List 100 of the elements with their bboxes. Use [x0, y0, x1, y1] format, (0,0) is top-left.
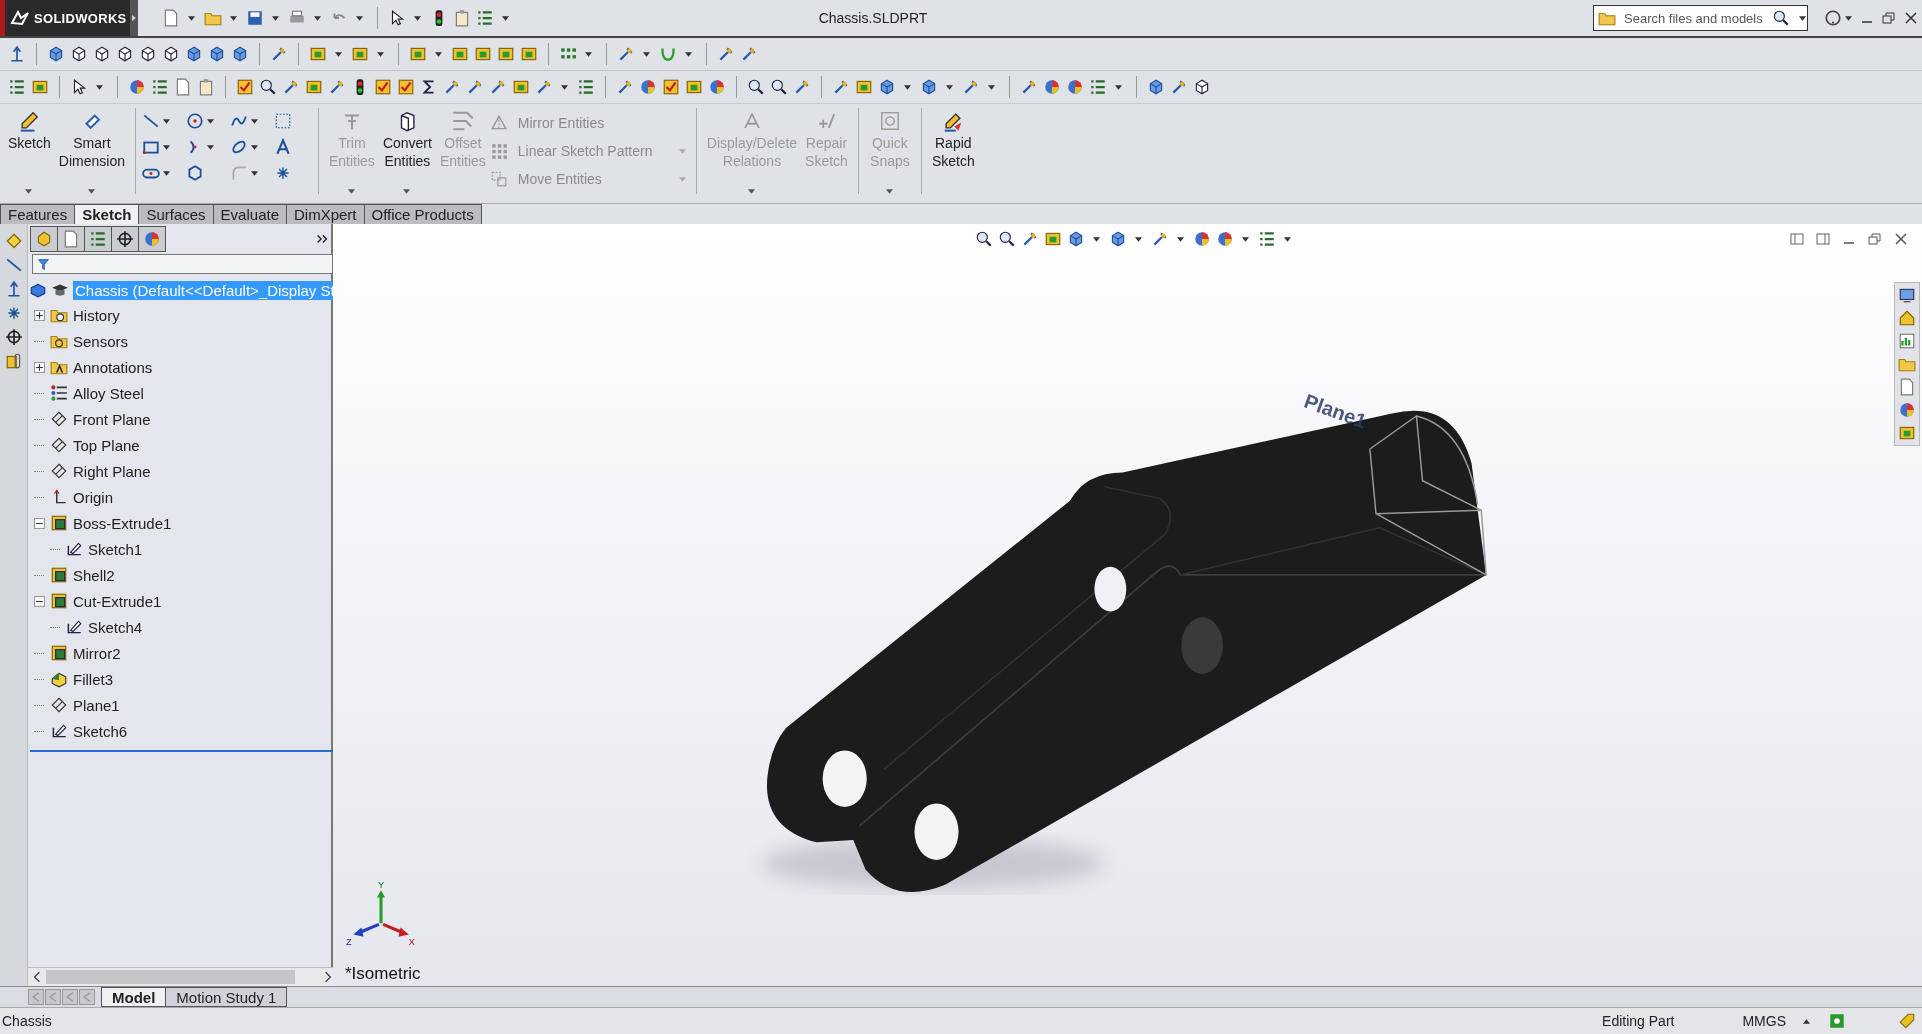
- wireframe-cube-icon[interactable]: [93, 45, 111, 63]
- caret-icon[interactable]: [988, 84, 995, 90]
- caret-icon[interactable]: [946, 84, 953, 90]
- command-button[interactable]: Sketch: [4, 108, 55, 196]
- caret-icon[interactable]: [377, 51, 384, 57]
- caret-icon[interactable]: [96, 84, 103, 90]
- box-icon[interactable]: [474, 45, 492, 63]
- caret-icon[interactable]: [1177, 236, 1184, 242]
- help-icon[interactable]: [1828, 1012, 1846, 1030]
- wireframe-cube-icon[interactable]: [70, 45, 88, 63]
- caret-icon[interactable]: [502, 15, 509, 21]
- doc-icon[interactable]: [1898, 378, 1916, 396]
- box-icon[interactable]: [31, 78, 49, 96]
- model-tab[interactable]: Motion Study 1: [165, 987, 288, 1007]
- tree-item[interactable]: Sketch4: [88, 618, 143, 636]
- caret-icon[interactable]: [585, 51, 592, 57]
- box-icon[interactable]: [305, 78, 323, 96]
- caret-icon[interactable]: [356, 15, 363, 21]
- box-icon[interactable]: [512, 78, 530, 96]
- command-button[interactable]: Smart Dimension: [54, 108, 129, 196]
- box-icon[interactable]: [409, 45, 427, 63]
- tree-item[interactable]: Sketch1: [88, 540, 143, 558]
- caret-icon[interactable]: [250, 118, 258, 124]
- wireframe-cube-icon[interactable]: [162, 45, 180, 63]
- caret-icon[interactable]: [230, 15, 237, 21]
- cube-icon[interactable]: [47, 45, 65, 63]
- command-button[interactable]: Convert Entities: [378, 108, 436, 196]
- document-icon[interactable]: [174, 78, 192, 96]
- caret-icon[interactable]: [162, 170, 170, 176]
- tree-item[interactable]: Front Plane: [73, 410, 151, 428]
- restore-icon[interactable]: [1881, 10, 1897, 26]
- caret-icon[interactable]: [1242, 236, 1249, 242]
- caret-icon[interactable]: [162, 144, 170, 150]
- filter-field[interactable]: [32, 254, 333, 274]
- tree-item[interactable]: Alloy Steel: [73, 384, 144, 402]
- tree-item[interactable]: Plane1: [73, 696, 120, 714]
- cube-icon[interactable]: [920, 78, 938, 96]
- document-icon[interactable]: [162, 9, 180, 27]
- ribbon-tab[interactable]: Sketch: [74, 204, 140, 224]
- manager-tab[interactable]: [138, 226, 166, 252]
- wireframe-cube-icon[interactable]: [139, 45, 157, 63]
- box-icon[interactable]: [685, 78, 703, 96]
- box-icon[interactable]: [351, 45, 369, 63]
- caret-icon[interactable]: [1799, 15, 1806, 21]
- save-icon[interactable]: [246, 9, 264, 27]
- menu-handle[interactable]: [130, 0, 138, 36]
- caret-icon[interactable]: [314, 15, 321, 21]
- tree-item[interactable]: Mirror2: [73, 644, 121, 662]
- close-icon[interactable]: [1903, 10, 1919, 26]
- caret-icon[interactable]: [414, 15, 421, 21]
- caret-icon[interactable]: [206, 144, 214, 150]
- tree-item[interactable]: Sketch6: [73, 722, 128, 740]
- caret-icon[interactable]: [87, 189, 95, 194]
- expander-icon[interactable]: [33, 595, 45, 607]
- tree-item[interactable]: Top Plane: [73, 436, 140, 454]
- clipboard-icon[interactable]: [453, 9, 471, 27]
- checkbox-icon[interactable]: [236, 78, 254, 96]
- caret-icon[interactable]: [435, 51, 442, 57]
- tree-item[interactable]: Sensors: [73, 332, 129, 350]
- caret-icon[interactable]: [162, 118, 170, 124]
- checkbox-icon[interactable]: [662, 78, 680, 96]
- expander-icon[interactable]: [33, 361, 45, 373]
- model-tab[interactable]: Model: [101, 987, 167, 1007]
- caret-icon[interactable]: [561, 84, 568, 90]
- search-input[interactable]: Search files and models: [1622, 9, 1766, 27]
- caret-icon[interactable]: [1284, 236, 1291, 242]
- tag-icon[interactable]: [1898, 1012, 1916, 1030]
- wireframe-cube-icon[interactable]: [1193, 78, 1211, 96]
- tree-item[interactable]: Origin: [73, 488, 113, 506]
- caret-icon[interactable]: [206, 118, 214, 124]
- expander-icon[interactable]: [33, 309, 45, 321]
- ribbon-tab[interactable]: Office Products: [363, 204, 482, 224]
- tree-item[interactable]: Fillet3: [73, 670, 113, 688]
- caret-icon[interactable]: [403, 189, 411, 194]
- house-icon[interactable]: [1898, 309, 1916, 327]
- ribbon-tab[interactable]: Surfaces: [138, 204, 214, 224]
- cube-icon[interactable]: [1067, 230, 1085, 248]
- help-icon[interactable]: [1824, 9, 1842, 27]
- clipboard-icon[interactable]: [197, 78, 215, 96]
- split-view-icon[interactable]: [1789, 231, 1805, 247]
- cube-icon[interactable]: [878, 78, 896, 96]
- cube-icon[interactable]: [231, 45, 249, 63]
- caret-icon[interactable]: [1093, 236, 1100, 242]
- wireframe-cube-icon[interactable]: [116, 45, 134, 63]
- cube-icon[interactable]: [208, 45, 226, 63]
- caret-icon[interactable]: [1845, 15, 1852, 21]
- app-logo[interactable]: SOLIDWORKS: [0, 0, 130, 36]
- units-selector[interactable]: MMGS: [1742, 1013, 1786, 1029]
- box-icon[interactable]: [855, 78, 873, 96]
- manager-tab[interactable]: [111, 226, 139, 252]
- chart-icon[interactable]: [1898, 332, 1916, 350]
- split-view-icon[interactable]: [1815, 231, 1831, 247]
- tree-item[interactable]: Shell2: [73, 566, 115, 584]
- restore-icon[interactable]: [1867, 231, 1883, 247]
- search-field[interactable]: Search files and models: [1593, 5, 1808, 31]
- cube-icon[interactable]: [1109, 230, 1127, 248]
- caret-icon[interactable]: [25, 189, 33, 194]
- caret-icon[interactable]: [1803, 1018, 1810, 1024]
- expander-icon[interactable]: [33, 517, 45, 529]
- box-icon[interactable]: [1044, 230, 1062, 248]
